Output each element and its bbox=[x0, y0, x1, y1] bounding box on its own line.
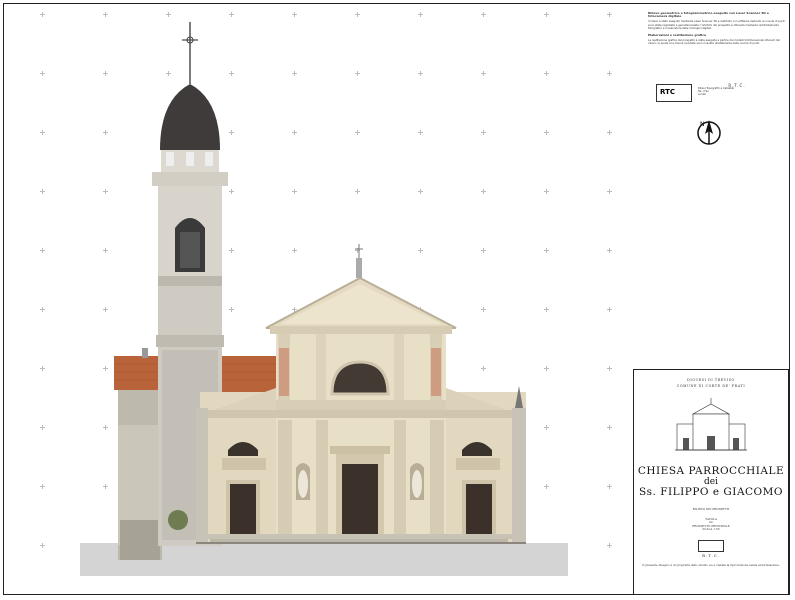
right-wing-roof bbox=[216, 356, 276, 392]
left-wing-roof bbox=[114, 356, 162, 390]
left-side-door bbox=[230, 484, 256, 536]
church-thumbnail bbox=[675, 398, 747, 451]
company-details: R.T.C. Rilievi Topografici e Catastali T… bbox=[698, 83, 746, 97]
company-logo: RTC bbox=[656, 84, 692, 102]
entrance-steps bbox=[206, 534, 512, 539]
right-side-door bbox=[466, 484, 492, 536]
company-logo-area: RTC R.T.C. Rilievi Topografici e Catasta… bbox=[656, 84, 776, 104]
notes-heading-2: Elaborazioni e restituzione grafica bbox=[648, 33, 706, 38]
bell-tower-dome bbox=[160, 84, 220, 150]
notes-heading-1: Rilievo geometrico e fotogrammetrico ese… bbox=[648, 11, 769, 19]
church-title: CHIESA PARROCCHIALE bbox=[637, 465, 785, 477]
drawing-type: RILIEVO DEI PROSPETTI bbox=[692, 507, 730, 511]
diocese-label: DIOCESI DI TREVISO bbox=[687, 378, 735, 382]
church-dedication: Ss. FILIPPO e GIACOMO bbox=[638, 486, 784, 498]
drawing-scale: SCALA 1:50 bbox=[702, 527, 720, 532]
title-block-logo bbox=[698, 539, 724, 552]
title-block-company: R.T.C. bbox=[702, 552, 720, 558]
title-block-footer: Il presente disegno è di proprietà dello… bbox=[642, 562, 780, 567]
main-facade bbox=[196, 244, 526, 544]
north-arrow-icon: N bbox=[697, 120, 721, 145]
notes-paragraph-1: Il rilievo è stato eseguito mediante Las… bbox=[648, 20, 785, 30]
church-elevation-drawing bbox=[80, 22, 568, 576]
main-door bbox=[342, 464, 378, 534]
title-block: DIOCESI DI TREVISO COMUNE DI CORTE DE' F… bbox=[633, 369, 789, 595]
technical-notes: Rilievo geometrico e fotogrammetrico ese… bbox=[648, 11, 786, 50]
notes-paragraph-2: La restituzione grafica del prospetto è … bbox=[648, 39, 780, 46]
lunette-window bbox=[330, 360, 390, 396]
municipality-label: COMUNE DI CORTE DE' FRATI bbox=[676, 384, 746, 388]
north-label: N bbox=[700, 121, 705, 128]
